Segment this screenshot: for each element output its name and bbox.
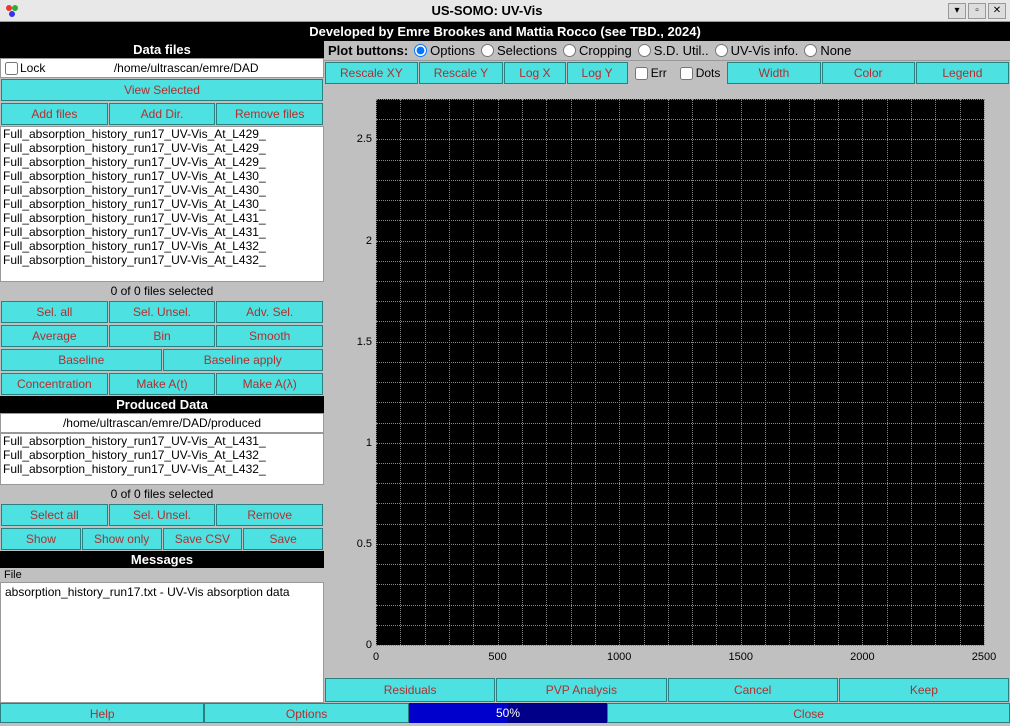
files-status: 0 of 0 files selected — [0, 282, 324, 300]
minimize-button[interactable]: ▾ — [948, 3, 966, 19]
produced-header: Produced Data — [0, 396, 324, 413]
progress-bar: 50% — [409, 703, 607, 723]
add-dir-button[interactable]: Add Dir. — [109, 103, 216, 125]
list-item[interactable]: Full_absorption_history_run17_UV-Vis_At_… — [1, 155, 323, 169]
right-panel: Plot buttons: Options Selections Croppin… — [324, 41, 1010, 703]
window-title: US-SOMO: UV-Vis — [26, 3, 948, 18]
save-button[interactable]: Save — [243, 528, 323, 550]
radio-options[interactable]: Options — [414, 43, 475, 58]
cancel-button[interactable]: Cancel — [668, 678, 838, 702]
save-csv-button[interactable]: Save CSV — [163, 528, 243, 550]
messages-box[interactable]: absorption_history_run17.txt - UV-Vis ab… — [0, 582, 324, 703]
maximize-button[interactable]: ▫ — [968, 3, 986, 19]
view-selected-button[interactable]: View Selected — [1, 79, 323, 101]
color-button[interactable]: Color — [822, 62, 915, 84]
show-only-button[interactable]: Show only — [82, 528, 162, 550]
list-item[interactable]: Full_absorption_history_run17_UV-Vis_At_… — [1, 239, 323, 253]
log-x-button[interactable]: Log X — [504, 62, 565, 84]
dots-checkbox[interactable]: Dots — [674, 66, 727, 80]
sel-all-button[interactable]: Sel. all — [1, 301, 108, 323]
list-item[interactable]: Full_absorption_history_run17_UV-Vis_At_… — [1, 225, 323, 239]
plot-canvas[interactable]: 00.511.522.505001000150020002500 — [332, 91, 998, 675]
list-item[interactable]: Full_absorption_history_run17_UV-Vis_At_… — [1, 462, 323, 476]
produced-status: 0 of 0 files selected — [0, 485, 324, 503]
remove-files-button[interactable]: Remove files — [216, 103, 323, 125]
list-item[interactable]: Full_absorption_history_run17_UV-Vis_At_… — [1, 127, 323, 141]
radio-selections[interactable]: Selections — [481, 43, 557, 58]
p-sel-unsel-button[interactable]: Sel. Unsel. — [109, 504, 216, 526]
produced-list[interactable]: Full_absorption_history_run17_UV-Vis_At_… — [0, 433, 324, 485]
radio-sd-util[interactable]: S.D. Util.. — [638, 43, 709, 58]
list-item[interactable]: Full_absorption_history_run17_UV-Vis_At_… — [1, 169, 323, 183]
rescale-xy-button[interactable]: Rescale XY — [325, 62, 418, 84]
subtitle-bar: Developed by Emre Brookes and Mattia Roc… — [0, 22, 1010, 41]
titlebar: US-SOMO: UV-Vis ▾ ▫ ✕ — [0, 0, 1010, 22]
log-y-button[interactable]: Log Y — [567, 62, 628, 84]
left-panel: Data files Lock /home/ultrascan/emre/DAD… — [0, 41, 324, 703]
list-item[interactable]: Full_absorption_history_run17_UV-Vis_At_… — [1, 434, 323, 448]
legend-button[interactable]: Legend — [916, 62, 1009, 84]
baseline-apply-button[interactable]: Baseline apply — [163, 349, 324, 371]
produced-path: /home/ultrascan/emre/DAD/produced — [0, 413, 324, 433]
smooth-button[interactable]: Smooth — [216, 325, 323, 347]
messages-header: Messages — [0, 551, 324, 568]
radio-cropping[interactable]: Cropping — [563, 43, 632, 58]
add-files-button[interactable]: Add files — [1, 103, 108, 125]
plot-buttons-row: Plot buttons: Options Selections Croppin… — [324, 41, 1010, 61]
show-button[interactable]: Show — [1, 528, 81, 550]
residuals-button[interactable]: Residuals — [325, 678, 495, 702]
list-item[interactable]: Full_absorption_history_run17_UV-Vis_At_… — [1, 183, 323, 197]
make-at-button[interactable]: Make A(t) — [109, 373, 216, 395]
msg-file-label: File — [0, 568, 324, 582]
help-button[interactable]: Help — [0, 703, 204, 723]
make-al-button[interactable]: Make A(λ) — [216, 373, 323, 395]
app-icon — [4, 3, 20, 19]
err-checkbox[interactable]: Err — [629, 66, 673, 80]
files-list[interactable]: Full_absorption_history_run17_UV-Vis_At_… — [0, 126, 324, 282]
list-item[interactable]: Full_absorption_history_run17_UV-Vis_At_… — [1, 253, 323, 267]
width-button[interactable]: Width — [727, 62, 820, 84]
list-item[interactable]: Full_absorption_history_run17_UV-Vis_At_… — [1, 448, 323, 462]
close-window-button[interactable]: ✕ — [988, 3, 1006, 19]
radio-uvvis-info[interactable]: UV-Vis info. — [715, 43, 799, 58]
average-button[interactable]: Average — [1, 325, 108, 347]
p-remove-button[interactable]: Remove — [216, 504, 323, 526]
sel-unsel-button[interactable]: Sel. Unsel. — [109, 301, 216, 323]
options-button[interactable]: Options — [204, 703, 408, 723]
plot-buttons-label: Plot buttons: — [328, 43, 408, 58]
footer: Help Options 50% Close — [0, 703, 1010, 723]
p-select-all-button[interactable]: Select all — [1, 504, 108, 526]
rescale-y-button[interactable]: Rescale Y — [419, 62, 503, 84]
plot-tool-row: Rescale XY Rescale Y Log X Log Y Err Dot… — [324, 61, 1010, 85]
datafiles-header: Data files — [0, 41, 324, 58]
close-button[interactable]: Close — [607, 703, 1010, 723]
list-item[interactable]: Full_absorption_history_run17_UV-Vis_At_… — [1, 211, 323, 225]
adv-sel-button[interactable]: Adv. Sel. — [216, 301, 323, 323]
plot-area: 00.511.522.505001000150020002500 — [324, 85, 1010, 677]
keep-button[interactable]: Keep — [839, 678, 1009, 702]
bin-button[interactable]: Bin — [109, 325, 216, 347]
baseline-button[interactable]: Baseline — [1, 349, 162, 371]
radio-none[interactable]: None — [804, 43, 851, 58]
lock-checkbox[interactable]: Lock — [1, 59, 49, 77]
path-display: /home/ultrascan/emre/DAD — [49, 59, 323, 77]
concentration-button[interactable]: Concentration — [1, 373, 108, 395]
pvp-button[interactable]: PVP Analysis — [496, 678, 666, 702]
list-item[interactable]: Full_absorption_history_run17_UV-Vis_At_… — [1, 197, 323, 211]
list-item[interactable]: Full_absorption_history_run17_UV-Vis_At_… — [1, 141, 323, 155]
